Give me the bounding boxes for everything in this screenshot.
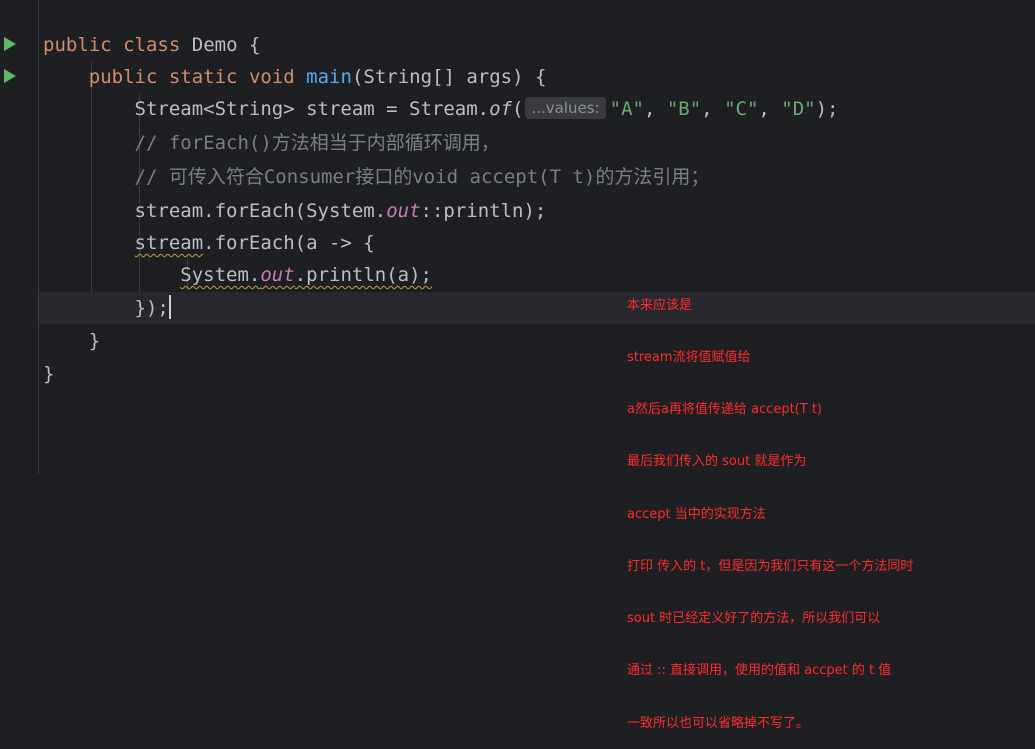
annotation-line: a然后a再将值传递给 accept(T t)	[627, 402, 822, 418]
code-comment: // 可传入符合Consumer接口的void accept(T t)的方法引用…	[134, 166, 710, 188]
annotation-line: 一致所以也可以省略掉不写了。	[627, 715, 810, 731]
annotation-line: 本来应该是	[627, 297, 693, 313]
annotation-line: 打印 传入的 t，但是因为我们只有这一个方法同时	[627, 558, 914, 574]
annotation-line: sout 时已经定义好了的方法，所以我们可以	[627, 611, 881, 627]
code-line-11: }	[43, 363, 55, 385]
code-comment: // forEach()方法相当于内部循环调用，	[134, 132, 500, 154]
annotation-line: 通过 :: 直接调用，使用的值和 accpet 的 t 值	[627, 663, 892, 679]
code-line-2: public static void main(String[] args) {	[88, 66, 547, 88]
warning-squiggle: stream	[134, 232, 204, 254]
code-line-8: System.out.println(a);	[43, 259, 432, 291]
run-main-icon[interactable]	[4, 69, 16, 83]
annotation-line: stream流将值赋值给	[627, 350, 751, 366]
editor-gutter	[0, 0, 39, 474]
red-annotation-note: 本来应该是 stream流将值赋值给 a然后a再将值传递给 accept(T t…	[627, 262, 913, 749]
annotation-line: 最后我们传入的 sout 就是作为	[627, 454, 807, 470]
code-line-10: }	[88, 330, 101, 352]
code-line-4: // forEach()方法相当于内部循环调用，	[43, 127, 500, 159]
text-cursor	[168, 295, 171, 319]
code-line-6: stream.forEach(System.out::println);	[134, 200, 547, 222]
annotation-line: accept 当中的实现方法	[627, 506, 766, 522]
run-class-icon[interactable]	[4, 37, 16, 51]
code-line-3: Stream<String> stream = Stream.of(...val…	[134, 97, 839, 120]
code-line-7: stream.forEach(a -> {	[134, 232, 375, 254]
warning-squiggle: System.out.println(a);	[180, 264, 432, 286]
code-line-5: // 可传入符合Consumer接口的void accept(T t)的方法引用…	[43, 161, 710, 193]
code-line-1: public class Demo {	[43, 34, 261, 56]
parameter-hint: ...values:	[525, 97, 606, 119]
